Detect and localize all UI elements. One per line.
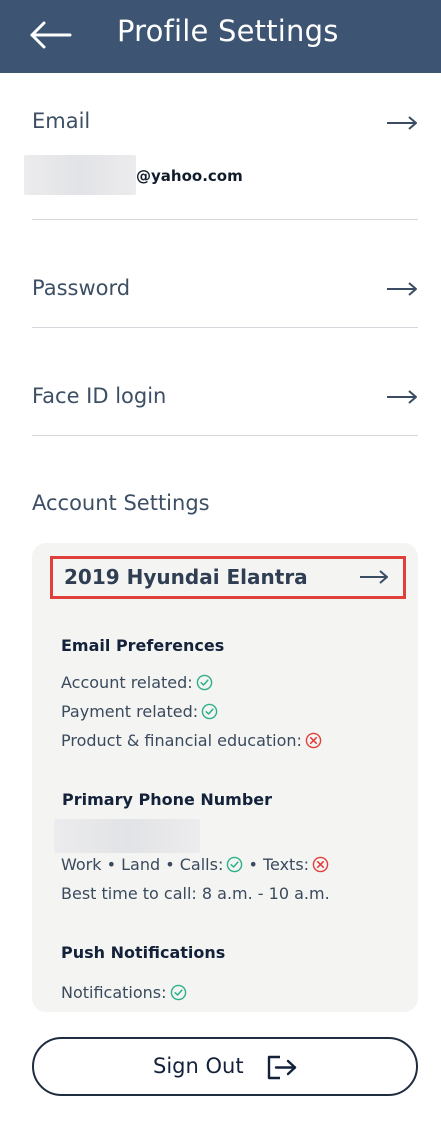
check-circle-icon [201,703,218,720]
payment-related-line: Payment related: [61,702,218,721]
redacted-email-username [24,155,136,195]
page-title: Profile Settings [117,14,339,48]
x-circle-icon [305,732,322,749]
check-circle-icon [170,984,186,1001]
account-related-line: Account related: [61,673,213,692]
faceid-arrow-icon[interactable] [386,389,418,405]
account-settings-title: Account Settings [32,491,210,515]
push-notifications-heading: Push Notifications [61,943,226,962]
app-header: Profile Settings [0,0,441,73]
password-label: Password [32,276,131,300]
sign-out-icon [267,1055,297,1080]
email-label: Email [32,109,91,133]
divider [32,219,418,220]
product-education-label: Product & financial education: [61,731,302,750]
notifications-line: Notifications: [61,983,187,1002]
primary-phone-heading: Primary Phone Number [62,790,273,809]
x-circle-icon [312,856,329,873]
product-education-line: Product & financial education: [61,731,322,750]
email-domain: @yahoo.com [136,167,243,185]
sign-out-label: Sign Out [153,1054,244,1078]
payment-related-label: Payment related: [61,702,199,721]
account-related-label: Account related: [61,673,193,692]
phone-types-line: Work • Land • Calls: • Texts: [61,855,329,874]
divider [32,435,418,436]
redacted-phone-number [54,819,200,853]
divider [32,327,418,328]
password-arrow-icon[interactable] [386,281,418,297]
account-settings-card [32,543,418,1012]
notifications-label: Notifications: [61,983,167,1002]
email-arrow-icon[interactable] [386,115,418,131]
vehicle-row-highlighted[interactable]: 2019 Hyundai Elantra [50,556,406,599]
email-preferences-heading: Email Preferences [61,636,225,655]
back-arrow-icon[interactable] [28,20,74,50]
vehicle-name: 2019 Hyundai Elantra [64,565,308,589]
check-circle-icon [227,856,243,873]
sign-out-button[interactable]: Sign Out [32,1037,418,1096]
texts-label: • Texts: [248,855,310,874]
phone-types-label: Work • Land • Calls: [61,855,224,874]
check-circle-icon [196,674,212,691]
best-time-to-call: Best time to call: 8 a.m. - 10 a.m. [61,884,330,903]
vehicle-arrow-icon[interactable] [359,569,389,585]
faceid-label: Face ID login [32,384,167,408]
